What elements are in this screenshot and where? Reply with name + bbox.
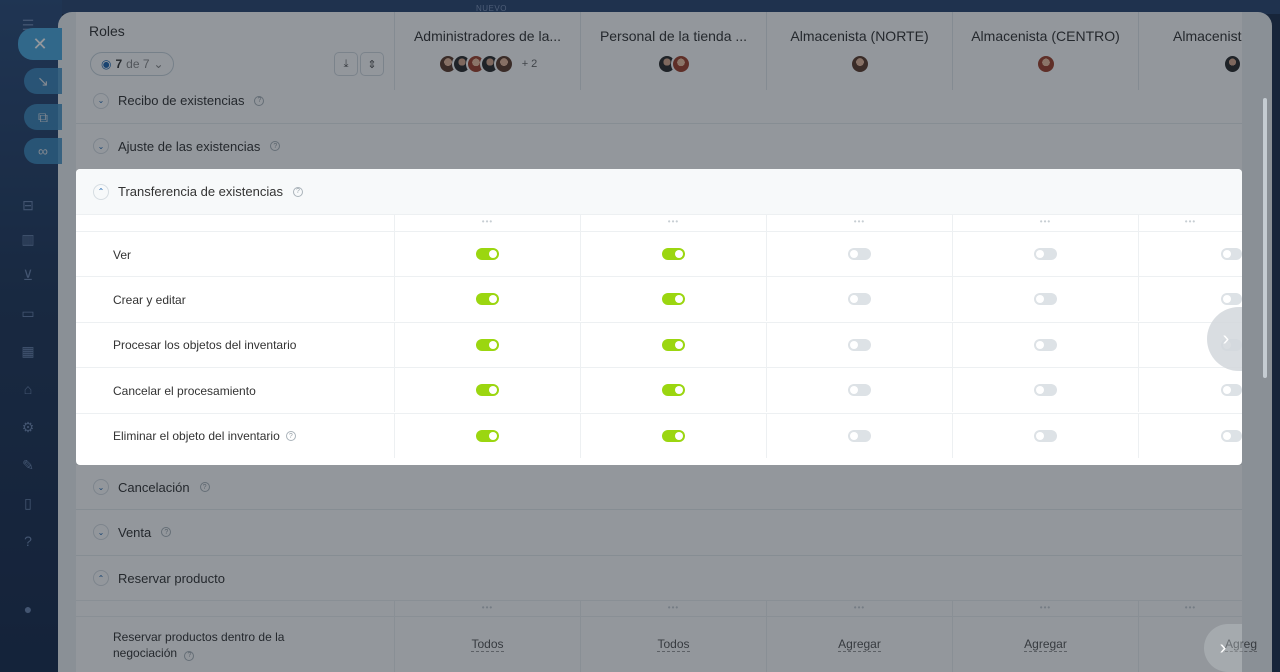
- toggle-cell: [394, 322, 580, 367]
- perm-label-text: Procesar los objetos del inventario: [113, 338, 297, 353]
- toggle-cell: [952, 277, 1138, 322]
- toggle-cell: [766, 322, 952, 367]
- toggle-cell: [580, 368, 766, 413]
- permission-toggle[interactable]: [848, 293, 871, 306]
- permission-toggle[interactable]: [848, 384, 871, 397]
- permission-toggle[interactable]: [1221, 248, 1242, 260]
- toggle-cell: [1138, 368, 1242, 413]
- toggle-cell: [394, 368, 580, 413]
- toggle-cell: [952, 413, 1138, 458]
- toggle-cell: [1138, 232, 1242, 276]
- permission-toggle[interactable]: [848, 248, 871, 260]
- permission-toggle[interactable]: [1221, 384, 1242, 397]
- dots-icon: •••: [1039, 217, 1052, 226]
- toggle-cell: [580, 277, 766, 322]
- column-dots: •••: [580, 215, 766, 231]
- perm-label-text: Cancelar el procesamiento: [113, 383, 256, 398]
- column-dots: •••: [952, 215, 1138, 231]
- dots-icon: •••: [1184, 217, 1197, 226]
- toggle-cell: [394, 277, 580, 322]
- toggle-cell: [766, 413, 952, 458]
- permission-toggle[interactable]: [1034, 338, 1057, 351]
- permission-toggle[interactable]: [848, 429, 871, 442]
- permission-toggle[interactable]: [1221, 293, 1242, 306]
- toggle-cell: [952, 368, 1138, 413]
- dots-icon: •••: [481, 217, 494, 226]
- toggle-cell: [766, 277, 952, 322]
- column-dots: •••: [766, 215, 952, 231]
- chevron-up-icon[interactable]: ⌃: [93, 183, 109, 200]
- permission-toggle[interactable]: [1034, 429, 1057, 442]
- perm-label-text: Crear y editar: [113, 292, 186, 307]
- transfer-section-highlight: ⌃ Transferencia de existencias ? ••• •••…: [76, 169, 1242, 465]
- permission-toggle[interactable]: [662, 293, 685, 306]
- permission-toggle[interactable]: [1034, 384, 1057, 397]
- perm-label-text: Ver: [113, 247, 132, 262]
- perm-row: Eliminar el objeto del inventario?: [76, 412, 1242, 459]
- toggle-cell: [394, 232, 580, 276]
- permission-toggle[interactable]: [662, 338, 685, 351]
- chevron-right-icon: ›: [1222, 327, 1230, 350]
- perm-label: Cancelar el procesamiento: [113, 368, 256, 413]
- permission-toggle[interactable]: [1034, 248, 1057, 260]
- toggle-cell: [394, 413, 580, 458]
- toggle-cell: [1138, 413, 1242, 458]
- toggle-cell: [766, 232, 952, 276]
- perm-label: Crear y editar: [113, 277, 186, 322]
- chevron-right-icon: ›: [1219, 636, 1227, 659]
- column-dots: •••: [1138, 215, 1242, 231]
- perm-label-text: Eliminar el objeto del inventario: [113, 429, 280, 444]
- permission-toggle[interactable]: [476, 338, 499, 351]
- permission-toggle[interactable]: [1221, 429, 1242, 442]
- permission-toggle[interactable]: [662, 429, 685, 442]
- permission-toggle[interactable]: [848, 338, 871, 351]
- perm-label: Eliminar el objeto del inventario?: [113, 414, 296, 459]
- toggle-cell: [580, 322, 766, 367]
- column-dots: •••: [394, 215, 580, 231]
- vertical-scrollbar[interactable]: [1263, 98, 1267, 378]
- section-label: Transferencia de existencias: [118, 184, 283, 199]
- toggle-cell: [580, 232, 766, 276]
- perm-label: Ver: [113, 232, 131, 277]
- permission-toggle[interactable]: [476, 384, 499, 397]
- permission-toggle[interactable]: [662, 384, 685, 397]
- section-transferencia[interactable]: ⌃ Transferencia de existencias ?: [76, 169, 1242, 214]
- toggle-cell: [952, 232, 1138, 276]
- perm-label: Procesar los objetos del inventario: [113, 323, 296, 368]
- permission-toggle[interactable]: [1034, 293, 1057, 306]
- help-icon[interactable]: ?: [293, 186, 303, 197]
- transfer-subheader: ••• ••• ••• ••• •••: [76, 214, 1242, 231]
- perm-row: Crear y editar: [76, 276, 1242, 322]
- dots-icon: •••: [853, 217, 866, 226]
- permission-toggle[interactable]: [476, 429, 499, 442]
- perm-row: Cancelar el procesamiento: [76, 367, 1242, 413]
- toggle-cell: [580, 413, 766, 458]
- perm-row: Procesar los objetos del inventario: [76, 321, 1242, 368]
- toggle-cell: [952, 322, 1138, 367]
- permission-toggle[interactable]: [476, 293, 499, 306]
- toggle-cell: [766, 368, 952, 413]
- permission-toggle[interactable]: [476, 248, 499, 260]
- dots-icon: •••: [667, 217, 680, 226]
- help-icon[interactable]: ?: [285, 431, 296, 442]
- perm-row: Ver: [76, 231, 1242, 276]
- permission-toggle[interactable]: [662, 248, 685, 260]
